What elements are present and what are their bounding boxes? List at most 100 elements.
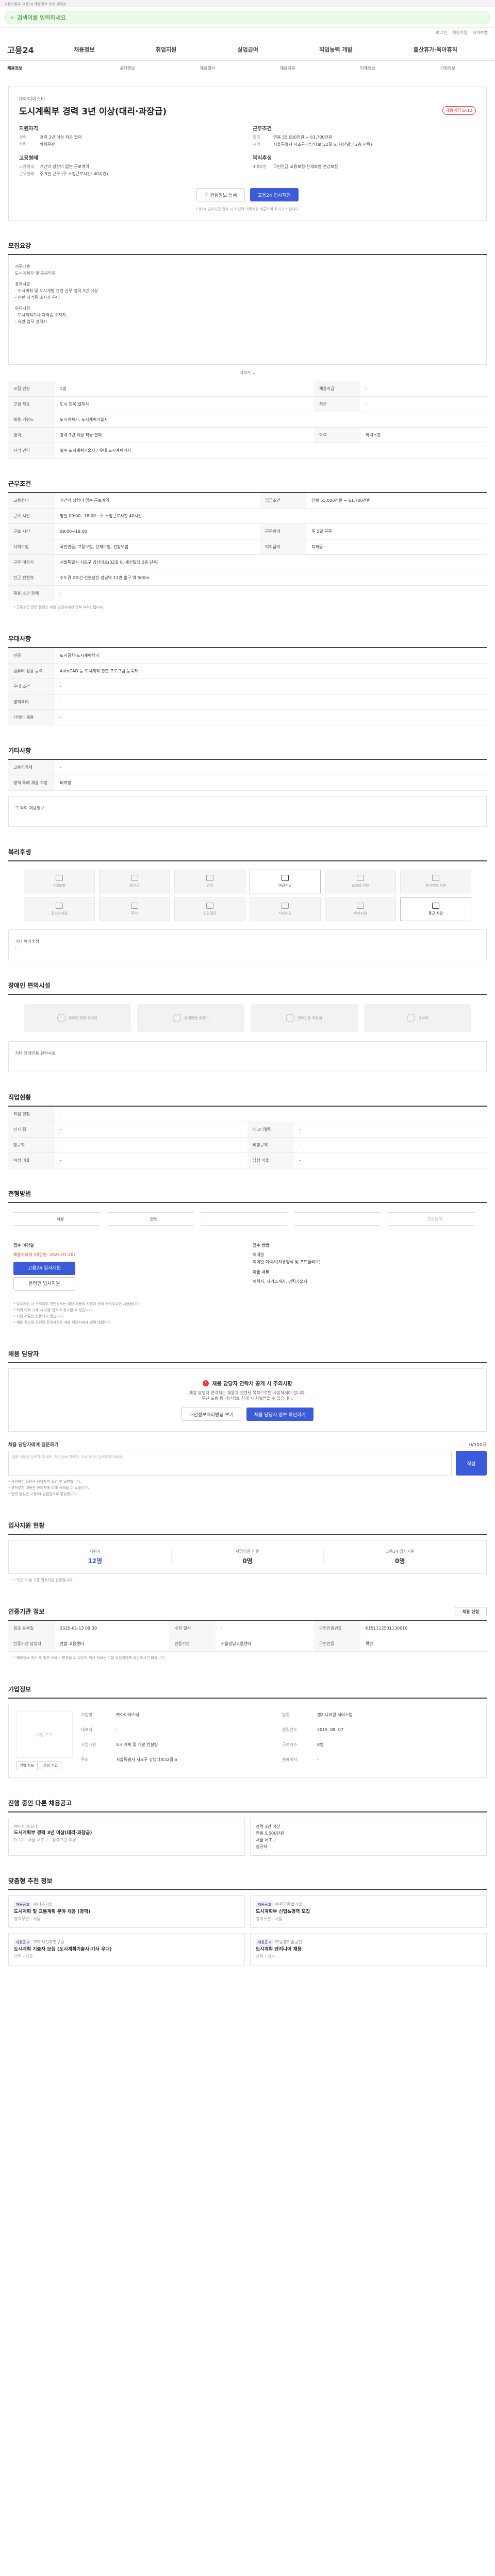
row-label: 고용허가제 [8, 760, 55, 775]
recommend-card[interactable]: 채용공고 ㈜도시건축연구원 도시계획 기술자 모집 (도시계획기술사·기사 우대) 경… [8, 1933, 245, 1965]
login-link[interactable]: 로그인 [436, 30, 447, 36]
table-row: 병역 특례 채용 희망 비희망 [8, 775, 487, 791]
row-label: 직무 [314, 396, 360, 412]
gnb-item-support[interactable]: 취업지원 [156, 45, 176, 54]
process-section: 전형방법 서류 면접 최종합격 접수 마감일 채용시까지 (마감일: 2025-01… [8, 1189, 487, 1329]
table-row: 정규직 - 비정규직 - [8, 1137, 487, 1153]
process-step: 면접 [107, 1212, 201, 1226]
section-title: 근무조건 [8, 479, 487, 493]
facility-icon [173, 1014, 182, 1022]
welfare-icon [131, 903, 138, 909]
company-info-button[interactable]: 기업 정보 [16, 1761, 38, 1770]
recommend-title: 도시계획부 신입&경력 모집 [256, 1909, 310, 1914]
facility-card: 장애인 전용 주차장 [24, 1004, 131, 1032]
row-value: 평일 09:00~18:00 · 주 소정근로시간 40시간 [55, 508, 487, 524]
apply-note: 고용24 입사지원 접수 시 최신의 이력서를 제출하여 주시기 바랍니다. [195, 207, 300, 211]
kv-key: 4대보험 [253, 164, 267, 169]
gnb-item-training[interactable]: 직업능력 개발 [319, 45, 353, 54]
row-value: - [294, 1137, 487, 1153]
privacy-button[interactable]: 개인정보처리방침 보기 [182, 1408, 241, 1421]
recruit-line: - 유관 업무 경력자 [15, 319, 47, 324]
kv-value: 경력 3년 이상 직급 협의 [40, 135, 82, 140]
welfare-label: 자기계발 지원 [425, 884, 447, 888]
inquiry-note: * 작성하신 질문은 담당자가 확인 후 답변합니다. [8, 1480, 81, 1484]
signup-link[interactable]: 회원가입 [452, 30, 467, 36]
section-title: 우대사항 [8, 634, 487, 648]
welfare-icon [282, 903, 289, 909]
gnb-item-unemployment[interactable]: 실업급여 [237, 45, 258, 54]
gnb-item-leave[interactable]: 출산휴가·육아휴직 [414, 45, 457, 54]
company-field-value: 서울특별시 서초구 강남대로32길 6 [116, 1757, 177, 1762]
view-manager-button[interactable]: 채용 담당자 정보 확인하기 [246, 1408, 314, 1421]
table-row: 경력 경력 3년 이상 직급 협의 학력 학력무관 [8, 427, 487, 443]
company-field-value: 엔지니어링 서비스업 [317, 1713, 353, 1717]
subnav-item[interactable]: 인재정보 [327, 65, 407, 71]
row-value: - [55, 1153, 248, 1168]
apply-button[interactable]: 고용24 입사지원 [250, 188, 299, 201]
welfare-icon [282, 875, 289, 881]
recommend-company: ㈜한국종합기술 [275, 1902, 302, 1907]
inquiry-textarea[interactable]: 질문 내용을 입력해 주세요. 개인정보(연락처, 주소 등)는 입력하지 마세… [8, 1451, 452, 1476]
stats-note: * 최근 30일 기준 입사지원 현황입니다. [13, 1578, 73, 1582]
table-row: 장애인 채용 - [8, 709, 487, 725]
inquiry-submit-button[interactable]: 작성 [456, 1451, 487, 1476]
recommend-company: ㈜동명기술공단 [275, 1940, 302, 1944]
row-label: 근무 시간 [8, 508, 55, 524]
row-label: 고용형태 [8, 493, 55, 509]
subnav-item[interactable]: 채용지원 [248, 65, 327, 71]
company-section: 기업정보 기업 로고 기업 정보 관심 기업 기업명 ㈜아이에스티 업종 엔지니어링 … [8, 1685, 487, 1778]
welfare-icon [206, 875, 213, 881]
etc-table: 고용허가제 - 병역 특례 채용 희망 비희망 [8, 760, 487, 791]
table-row: 인근 전철역 수도권 2호선·신분당선 강남역 11번 출구 약 500m [8, 570, 487, 586]
table-row: 병역특례 - [8, 694, 487, 710]
subnav-item[interactable]: 공채정보 [87, 65, 167, 71]
similar-company: ㈜아이에스티 [14, 1824, 37, 1829]
recommend-chip: 채용공고 [256, 1939, 273, 1946]
row-value: 경력 3년 이상 직급 협의 [55, 427, 314, 443]
apply-button-2[interactable]: 고용24 입사지원 [13, 1262, 75, 1275]
section-title: 복리후생 [8, 848, 487, 861]
site-logo[interactable]: 고용24 [7, 43, 43, 56]
company-name[interactable]: ㈜아이에스티 [19, 95, 476, 102]
recruit-body: 직무내용 도시계획부 및 공공부문 경력사항 - 도시계획 및 도시개발 관련 … [8, 255, 487, 365]
recommend-card[interactable]: 채용공고 ㈜동명기술공단 도시계획 엔지니어 채용 경력 · 경기 [250, 1933, 487, 1965]
subnav-item[interactable]: 채용행사 [168, 65, 248, 71]
recommend-card[interactable]: 채용공고 ㈜다우기술 도시계획 및 교통계획 분야 채용 (경력) 경력무관 · 서울 [8, 1895, 245, 1928]
sitemap-link[interactable]: 사이트맵 [473, 30, 488, 36]
row-value: - [55, 1122, 248, 1138]
row-label: 병역 특례 채용 희망 [8, 775, 55, 791]
search-input[interactable]: ⌕ 검색어를 입력하세요 [5, 10, 490, 24]
row-value: 비희망 [55, 775, 487, 791]
scrap-button[interactable]: ♡ 관심정보 등록 [196, 188, 245, 201]
subnav-item[interactable]: 채용정보 [7, 65, 87, 71]
recruit-line: 경력사항 [15, 282, 30, 286]
row-value: 기간의 정함이 없는 근로계약 [55, 493, 260, 509]
alert-text: 채용 담당자 연락처 공개 시 주의사항 [212, 1381, 292, 1387]
more-button[interactable]: 더보기 ⌄ [8, 365, 487, 381]
similar-section: 진행 중인 다른 채용공고 ㈜아이에스티 도시계획부 경력 3년 이상(대리·과… [8, 1799, 487, 1856]
recommend-meta: 경력 · 서울 [14, 1954, 34, 1959]
row-label: 인증기관 담당자 [8, 1636, 55, 1652]
table-row: 직업 현황 - [8, 1107, 487, 1122]
summary-heading: 지원자격 [19, 126, 38, 132]
online-apply-button[interactable]: 온라인 입사지원 [13, 1277, 75, 1291]
recommend-title: 도시계획 엔지니어 채용 [256, 1947, 302, 1952]
job-header: ㈜아이에스티 도시계획부 경력 3년 이상(대리·과장급) 채용마감 D-12 지… [8, 87, 487, 221]
table-row: 인사 팀 - 테크니컬팀 - [8, 1122, 487, 1138]
kv-key: 임금 [253, 135, 260, 140]
search-icon[interactable]: ⌕ [11, 14, 14, 21]
welfare-section: 복리후생 4대보험 퇴직금 연차 야근수당 교육비 지원 자기계발 지원 경조사지원 주차 건강… [8, 848, 487, 960]
heart-icon: ♡ [204, 192, 210, 197]
facility-grid: 장애인 전용 주차장 장애인용 승강기 장애인용 화장실 경사로 [8, 995, 487, 1041]
favorite-company-button[interactable]: 관심 기업 [40, 1761, 61, 1770]
top-banner: 고용노동부 고용24 채용정보 상세 페이지 [0, 0, 495, 7]
kv-value: 주 5일 근무 (주 소정근로시간: 40시간) [40, 172, 108, 176]
welfare-icon [432, 875, 439, 881]
recommend-card[interactable]: 채용공고 ㈜한국종합기술 도시계획부 신입&경력 모집 경력무관 · 서울 [250, 1895, 487, 1928]
method-line: 이메일 이력서(자유양식 및 포트폴리오) [253, 1260, 321, 1264]
welfare-card: 식대지원 [250, 897, 321, 921]
request-button[interactable]: 채용 신청 [454, 1607, 487, 1616]
gnb-item-jobs[interactable]: 채용정보 [74, 45, 94, 54]
similar-card[interactable]: ㈜아이에스티 도시계획부 경력 3년 이상(대리·과장급) D-12 · 서울 … [8, 1818, 245, 1856]
subnav-item[interactable]: 기업정보 [408, 65, 488, 71]
